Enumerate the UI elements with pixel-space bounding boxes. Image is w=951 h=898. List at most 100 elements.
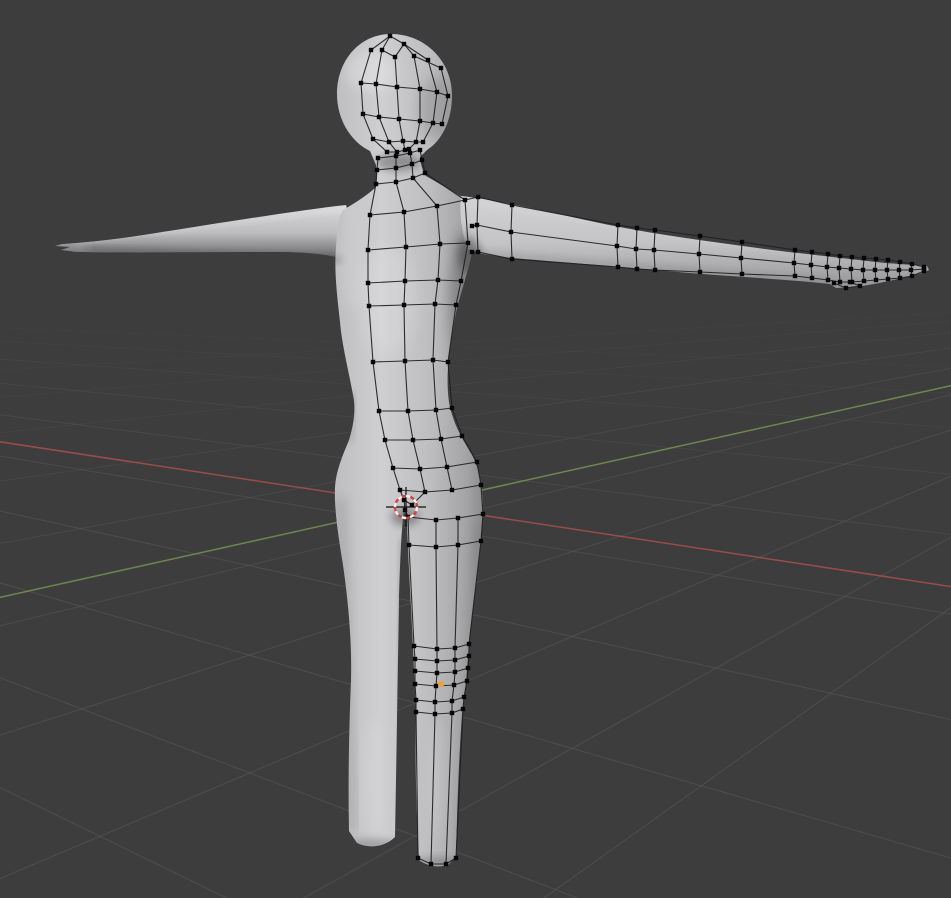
mesh-vertex[interactable] (406, 409, 410, 413)
mesh-vertex[interactable] (377, 409, 381, 413)
mesh-vertex[interactable] (403, 279, 407, 283)
mesh-vertex[interactable] (615, 244, 619, 248)
mesh-vertex[interactable] (421, 140, 425, 144)
mesh-vertex[interactable] (391, 466, 395, 470)
mesh-vertex[interactable] (431, 121, 435, 125)
mesh-vertex[interactable] (434, 518, 438, 522)
mesh-vertex[interactable] (509, 230, 513, 234)
mesh-vertex[interactable] (460, 434, 464, 438)
mesh-vertex[interactable] (445, 465, 449, 469)
mesh-vertex[interactable] (850, 255, 854, 259)
mesh-vertex[interactable] (439, 66, 443, 70)
mesh-vertex[interactable] (886, 258, 890, 262)
mesh-vertex[interactable] (411, 438, 415, 442)
mesh-vertex[interactable] (433, 700, 437, 704)
mesh-vertex[interactable] (450, 699, 454, 703)
mesh-vertex[interactable] (463, 198, 467, 202)
mesh-vertex[interactable] (434, 408, 438, 412)
viewport-canvas[interactable] (0, 0, 951, 898)
mesh-vertex[interactable] (453, 670, 457, 674)
mesh-vertex[interactable] (453, 646, 457, 650)
mesh-vertex[interactable] (616, 265, 620, 269)
mesh-vertex[interactable] (438, 242, 442, 246)
mesh-vertex[interactable] (475, 223, 479, 227)
mesh-vertex[interactable] (848, 280, 852, 284)
mesh-vertex[interactable] (450, 488, 454, 492)
mesh-vertex[interactable] (388, 34, 392, 38)
mesh-vertex[interactable] (873, 268, 877, 272)
mesh-vertex[interactable] (414, 698, 418, 702)
mesh-vertex[interactable] (423, 490, 427, 494)
mesh-vertex[interactable] (844, 286, 848, 290)
mesh-vertex[interactable] (418, 119, 422, 123)
mesh-vertex[interactable] (740, 240, 744, 244)
mesh-vertex[interactable] (431, 358, 435, 362)
mesh-vertex[interactable] (456, 543, 460, 547)
mesh-vertex[interactable] (456, 516, 460, 520)
mesh-vertex[interactable] (446, 94, 450, 98)
mesh-vertex[interactable] (739, 256, 743, 260)
mesh-vertex[interactable] (861, 268, 865, 272)
mesh-vertex[interactable] (810, 250, 814, 254)
mesh-vertex[interactable] (394, 166, 398, 170)
mesh-vertex[interactable] (412, 54, 416, 58)
mesh-vertex[interactable] (616, 223, 620, 227)
mesh-vertex[interactable] (377, 115, 381, 119)
mesh-vertex[interactable] (433, 712, 437, 716)
mesh-vertex[interactable] (394, 180, 398, 184)
mesh-vertex[interactable] (849, 267, 853, 271)
mesh-vertex[interactable] (374, 182, 378, 186)
mesh-vertex[interactable] (793, 248, 797, 252)
mesh-vertex[interactable] (408, 151, 412, 155)
mesh-vertex[interactable] (368, 213, 372, 217)
mesh-vertex[interactable] (376, 156, 380, 160)
mesh-vertex[interactable] (634, 247, 638, 251)
mesh-vertex[interactable] (862, 256, 866, 260)
mesh-vertex[interactable] (398, 488, 402, 492)
mesh-vertex[interactable] (838, 254, 842, 258)
mesh-vertex[interactable] (367, 304, 371, 308)
mesh-vertex[interactable] (453, 658, 457, 662)
mesh-vertex[interactable] (429, 862, 433, 866)
mesh-vertex[interactable] (407, 543, 411, 547)
mesh-vertex[interactable] (838, 280, 842, 284)
mesh-vertex[interactable] (439, 437, 443, 441)
mesh-vertex[interactable] (886, 277, 890, 281)
mesh-vertex[interactable] (479, 539, 483, 543)
mesh-vertex[interactable] (922, 269, 926, 273)
mesh-vertex[interactable] (809, 263, 813, 267)
mesh-vertex[interactable] (465, 679, 469, 683)
mesh-vertex[interactable] (466, 241, 470, 245)
mesh-vertex[interactable] (374, 82, 378, 86)
mesh-vertex[interactable] (401, 139, 405, 143)
mesh-vertex[interactable] (413, 682, 417, 686)
mesh-vertex[interactable] (510, 257, 514, 261)
mesh-vertex[interactable] (366, 281, 370, 285)
mesh-vertex[interactable] (444, 862, 448, 866)
mesh-vertex[interactable] (394, 154, 398, 158)
mesh-vertex[interactable] (740, 272, 744, 276)
mesh-vertex[interactable] (402, 303, 406, 307)
mesh-vertex[interactable] (653, 268, 657, 272)
mesh-vertex[interactable] (461, 707, 465, 711)
mesh-vertex[interactable] (467, 642, 471, 646)
mesh-vertex[interactable] (440, 122, 444, 126)
mesh-vertex[interactable] (510, 203, 514, 207)
mesh-vertex[interactable] (416, 856, 420, 860)
mesh-vertex[interactable] (402, 42, 406, 46)
mesh-vertex[interactable] (385, 150, 389, 154)
mesh-vertex[interactable] (874, 278, 878, 282)
selected-vertex[interactable] (438, 681, 444, 687)
mesh-vertex[interactable] (481, 512, 485, 516)
mesh-vertex[interactable] (862, 279, 866, 283)
mesh-vertex[interactable] (479, 483, 483, 487)
mesh-vertex[interactable] (426, 58, 430, 62)
mesh-vertex[interactable] (910, 274, 914, 278)
mesh-vertex[interactable] (393, 55, 397, 59)
mesh-vertex[interactable] (450, 406, 454, 410)
mesh-vertex[interactable] (793, 274, 797, 278)
viewport-3d[interactable] (0, 0, 951, 898)
mesh-vertex[interactable] (446, 360, 450, 364)
mesh-vertex[interactable] (423, 171, 427, 175)
mesh-vertex[interactable] (395, 150, 399, 154)
